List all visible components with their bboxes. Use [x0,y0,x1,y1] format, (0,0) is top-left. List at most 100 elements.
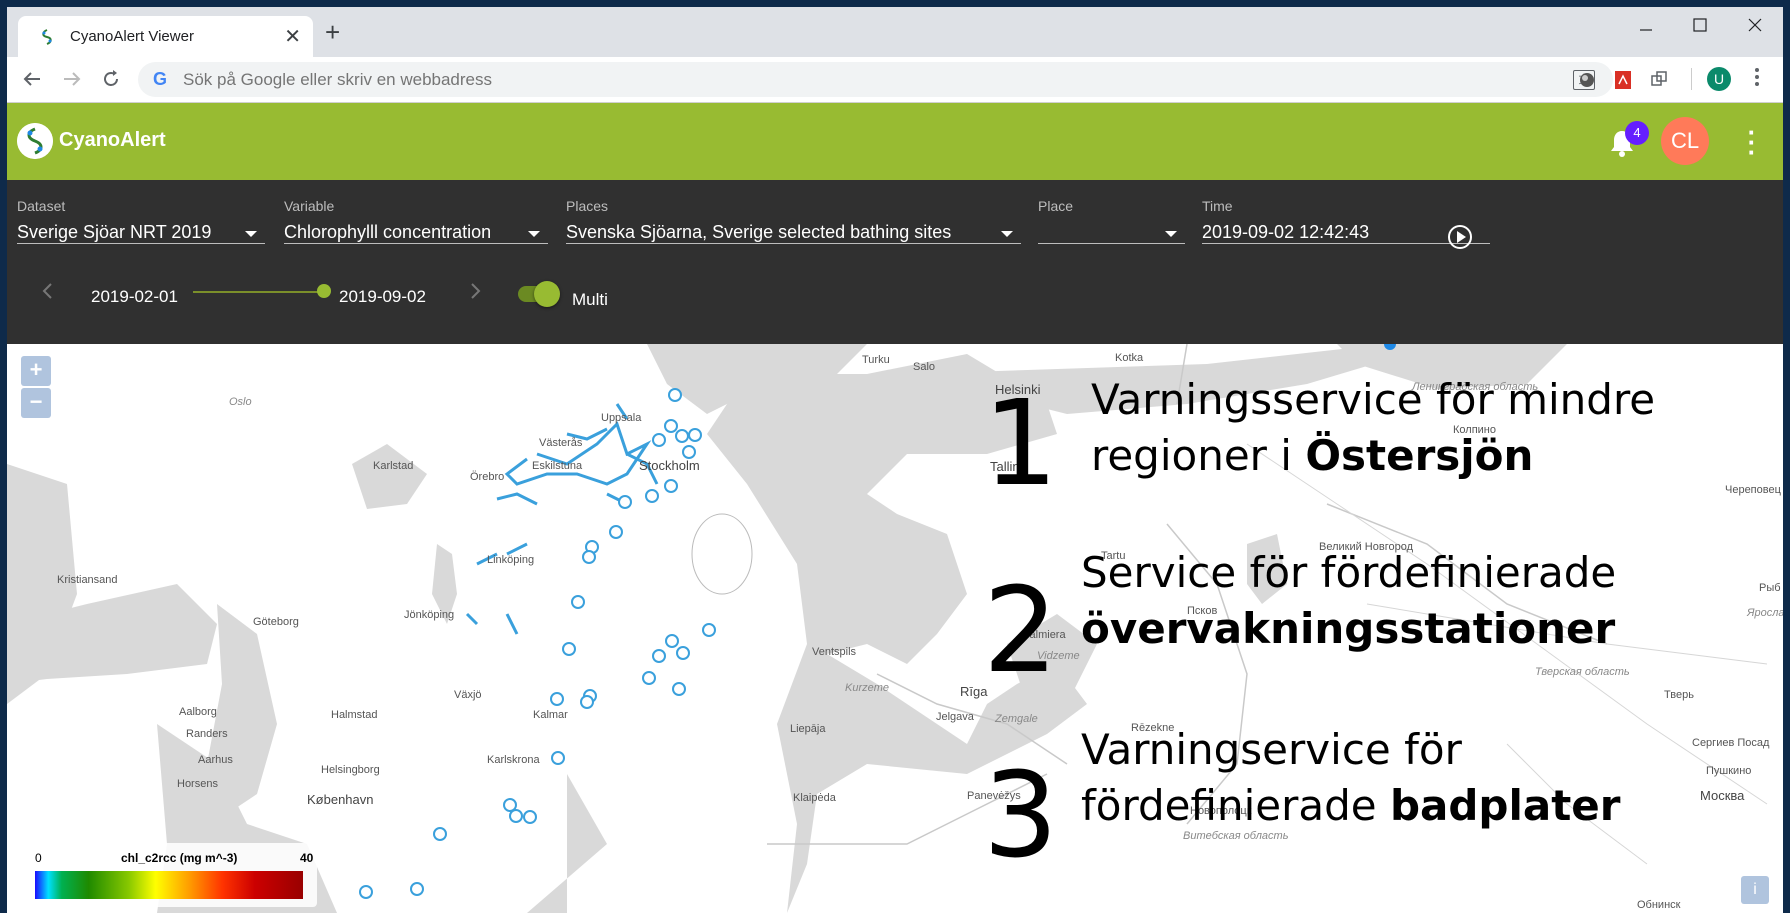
marker [571,595,585,609]
marker [433,827,447,841]
legend-min: 0 [35,851,42,865]
range-prev-icon[interactable] [41,282,53,300]
marker [676,646,690,660]
play-icon[interactable] [1448,225,1472,249]
cyanoalert-logo-icon [17,123,53,159]
annotation-2-text: Service för fördefinierade övervakningss… [1081,545,1616,657]
map-label-orebro: Örebro [470,471,505,483]
variable-dropdown-icon [528,231,540,237]
map-label-eskilstuna: Eskilstuna [532,460,583,472]
dataset-dropdown-icon [245,231,257,237]
map-label-karlskrona: Karlskrona [487,754,540,766]
profile-avatar[interactable]: U [1707,67,1731,91]
annotation-3-number: 3 [983,746,1059,884]
map-label-karlstad: Karlstad [373,460,414,472]
map-label-tver: Тверь [1664,689,1694,701]
marker [618,495,632,509]
annotation-1-line2: regioner i Östersjön [1091,428,1655,484]
map-label-jonkoping: Jönköping [404,609,455,621]
marker [682,445,696,459]
dataset-value: Sverige Sjöar NRT 2019 [17,222,212,242]
address-input[interactable] [181,68,1385,92]
marker [645,489,659,503]
map-label-salo: Salo [913,361,936,373]
time-range-track[interactable] [193,291,323,293]
annotation-2-bold: övervakningsstationer [1081,604,1616,653]
places-select[interactable]: Places Svenska Sjöarna, Sverige selected… [566,195,1021,244]
marker [562,642,576,656]
tab-close-icon[interactable]: ✕ [284,24,301,49]
map-label-stockholm: Stockholm [639,458,700,473]
marker [551,751,565,765]
time-field[interactable]: Time 2019-09-02 12:42:43 [1202,195,1490,249]
map-label-cherepovets: Череповец [1725,484,1781,496]
place-select[interactable]: Place [1038,195,1185,244]
browser-menu-icon[interactable] [1755,68,1759,86]
map-label-linkoping: Linköping [487,554,535,566]
reload-icon[interactable] [101,69,121,89]
new-tab-button[interactable]: + [325,19,340,45]
map-label-aalborg: Aalborg [179,706,217,718]
time-label: Time [1202,198,1233,214]
annotation-2-line2: övervakningsstationer [1081,601,1616,657]
marker [664,479,678,493]
marker [675,429,689,443]
map-label-kobenhavn: København [307,792,374,807]
map-label-jelgava: Jelgava [936,711,974,723]
annotation-3-line2: fördefinierade badplater [1081,778,1621,834]
map-label-helsingborg: Helsingborg [321,764,380,776]
places-dropdown-icon [1001,231,1013,237]
app-bar: CyanoAlert 4 CL · · · [7,103,1783,180]
marker [609,525,623,539]
attribution-info-icon[interactable]: i [1741,876,1769,904]
variable-select[interactable]: Variable Chlorophylll concentration [284,195,548,244]
map-label-obninsk: Обнинск [1637,899,1681,911]
map-label-kotka: Kotka [1115,352,1144,364]
map-label-kristiansand: Kristiansand [57,574,118,586]
map-label-aarhus: Aarhus [198,754,233,766]
user-avatar[interactable]: CL [1661,117,1709,165]
marker [359,885,373,899]
marker [582,550,596,564]
map-label-uppsala: Uppsala [601,412,642,424]
multi-toggle[interactable] [518,281,560,307]
map-view[interactable]: + − Turku Salo Kotka Helsinki Ленинградс… [7,344,1783,913]
tab-title: CyanoAlert Viewer [70,28,194,45]
back-icon[interactable] [22,69,42,89]
extension-circle-icon[interactable] [1577,70,1597,90]
marker [668,388,682,402]
zoom-out-button[interactable]: − [21,388,51,418]
map-label-randers: Randers [186,728,228,740]
pdf-extension-icon[interactable] [1613,70,1633,90]
dataset-select[interactable]: Dataset Sverige Sjöar NRT 2019 [17,195,265,244]
marker [642,671,656,685]
omnibox[interactable]: G 文 [138,62,1613,97]
marker [664,419,678,433]
forward-icon[interactable] [62,69,82,89]
zoom-in-button[interactable]: + [21,356,51,386]
maximize-icon[interactable] [1693,18,1707,32]
map-label-vasteras: Västerås [539,437,583,449]
window-close-icon[interactable] [1748,18,1762,32]
range-next-icon[interactable] [470,282,482,300]
multi-label: Multi [572,290,608,309]
notifications-badge: 4 [1625,121,1649,145]
map-label-yaroslavl: Яросла [1747,607,1783,619]
annotation-2-number: 2 [983,561,1059,699]
extension-puzzle-icon[interactable] [1649,70,1669,90]
map-label-tver-obl: Тверская область [1535,666,1630,678]
marker [702,623,716,637]
legend-colorbar [35,871,303,899]
time-range-thumb[interactable] [317,284,331,298]
app-menu-icon[interactable]: · · · [1747,119,1757,165]
app-title: CyanoAlert [59,129,166,151]
map-label-goteborg: Göteborg [253,616,299,628]
map-label-halmstad: Halmstad [331,709,378,721]
variable-value: Chlorophylll concentration [284,222,492,242]
browser-tab[interactable]: CyanoAlert Viewer ✕ [18,16,313,57]
range-end: 2019-09-02 [339,287,426,306]
minimize-icon[interactable] [1639,23,1653,37]
annotation-3-line1: Varningservice för [1081,725,1462,774]
map-label-kurzeme: Kurzeme [845,682,890,694]
annotation-3-line2-pre: fördefinierade [1081,781,1390,830]
